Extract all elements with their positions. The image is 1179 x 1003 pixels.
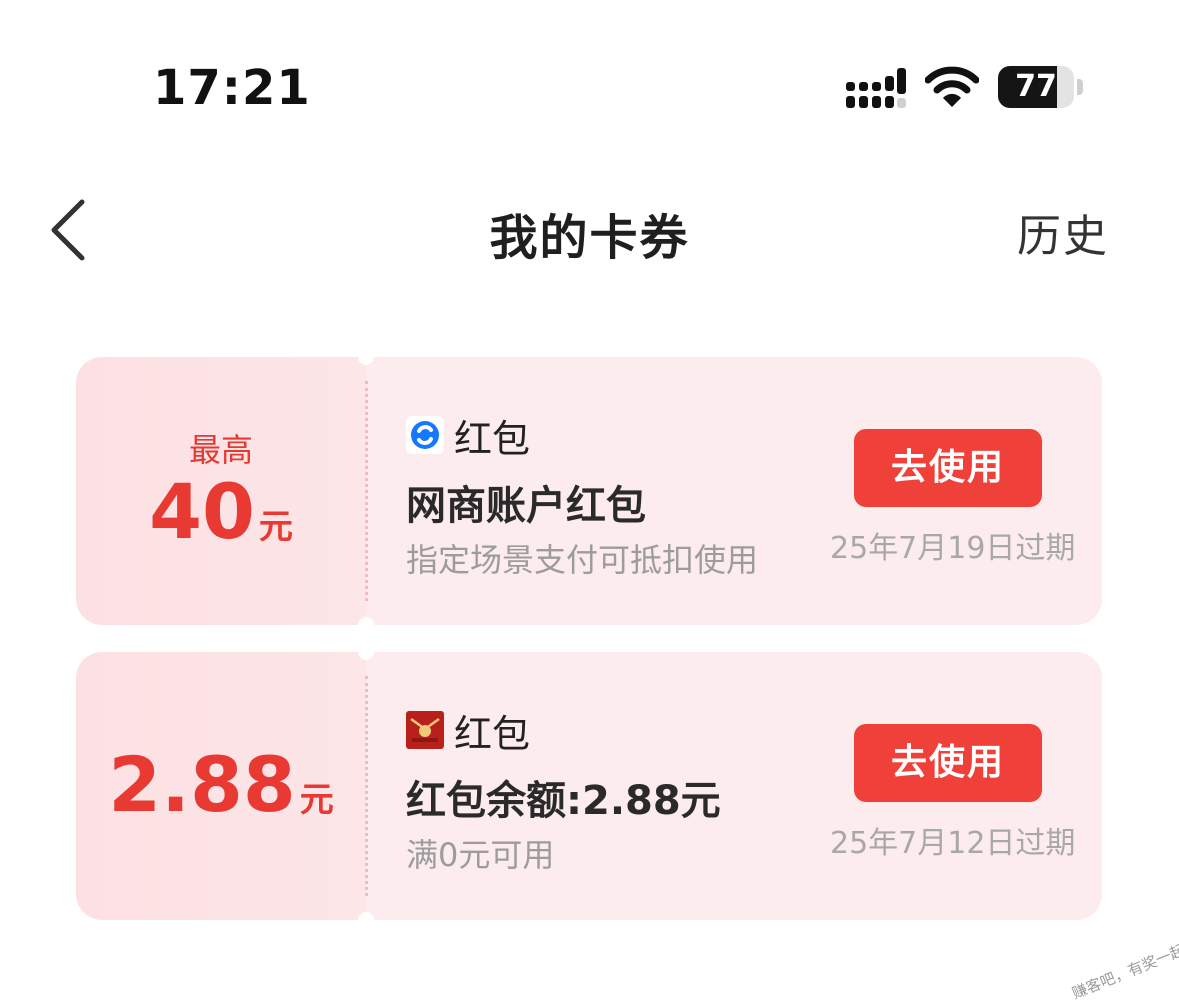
battery-level: 77: [1015, 69, 1057, 104]
history-link[interactable]: 历史: [1017, 200, 1109, 264]
coupon-amount: 2.88: [108, 740, 296, 829]
coupon-divider: [365, 381, 368, 601]
red-envelope-icon: [406, 711, 444, 749]
coupon-divider: [365, 676, 368, 896]
use-coupon-button[interactable]: 去使用: [854, 429, 1042, 507]
status-time: 17:21: [153, 60, 311, 116]
coupon-type-label: 红包: [454, 711, 531, 756]
page-title: 我的卡券: [489, 210, 690, 266]
coupon-amount: 40: [149, 467, 255, 556]
amount-unit: 元: [258, 507, 293, 547]
coupon-amount-panel: 最高 40 元: [76, 357, 366, 625]
blue-circle-logo-icon: [406, 416, 444, 454]
amount-prefix: 最高: [188, 431, 253, 469]
nav-bar: 我的卡券 历史: [0, 170, 1179, 290]
coupon-title: 网商账户红包: [406, 483, 646, 529]
coupon-expiry: 25年7月19日过期: [830, 531, 1076, 566]
coupon-expiry: 25年7月12日过期: [830, 826, 1076, 861]
cellular-signal-icon: [846, 68, 906, 108]
wifi-icon: [925, 66, 979, 107]
battery-indicator: 77: [998, 66, 1084, 110]
coupon-description: 指定场景支付可抵扣使用: [406, 541, 759, 579]
coupon-type-label: 红包: [454, 416, 531, 461]
status-bar: 17:21 77: [0, 0, 1179, 150]
use-coupon-button[interactable]: 去使用: [854, 724, 1042, 802]
amount-unit: 元: [299, 780, 334, 820]
coupon-amount-panel: 2.88 元: [76, 652, 366, 920]
coupon-card: 最高 40 元 红包 网商账户红包 指定场景支付可抵扣使用 去使用 25年7月19…: [76, 349, 1102, 633]
coupon-card: 2.88 元 红包 红包余额:2.88元 满0元可用 去使用 25年7月12日过期: [76, 644, 1102, 928]
coupon-title: 红包余额:2.88元: [406, 778, 721, 824]
coupon-description: 满0元可用: [406, 836, 555, 874]
